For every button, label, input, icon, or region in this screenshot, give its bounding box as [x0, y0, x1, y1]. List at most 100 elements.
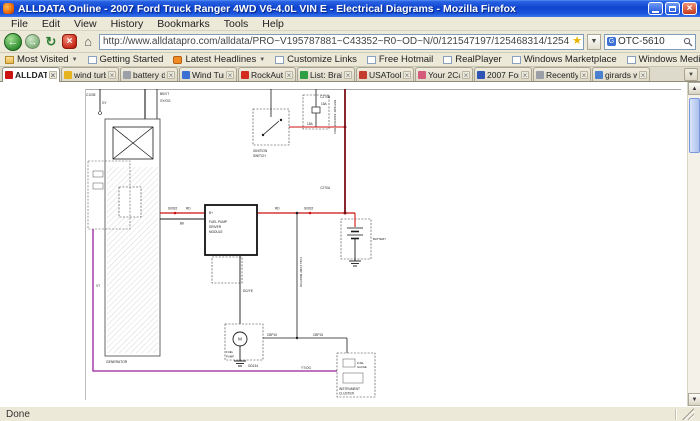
tab-label: 2007 Ford Ra...: [487, 70, 519, 80]
maximize-button[interactable]: [665, 2, 680, 15]
window-icon: [3, 3, 14, 14]
component-label-generator: GENERATOR: [106, 360, 128, 364]
bookmarks-toolbar: Most Visited▼ Getting Started Latest Hea…: [0, 53, 700, 67]
tab-2carpros[interactable]: Your 2CarPros...×: [415, 67, 473, 81]
menu-edit[interactable]: Edit: [35, 18, 67, 30]
tab-close-icon[interactable]: ×: [403, 71, 411, 79]
wire-label-rd-b: RD: [275, 207, 280, 211]
tab-wind-turbine-2[interactable]: Wind Turbine ...×: [179, 67, 237, 81]
scroll-up-button[interactable]: ▲: [688, 82, 700, 95]
vertical-scrollbar[interactable]: ▲ ▼: [687, 82, 700, 406]
page-icon: [275, 56, 284, 64]
url-dropdown-button[interactable]: ▼: [587, 34, 601, 50]
tab-rockauto[interactable]: RockAuto Part...×: [238, 67, 296, 81]
ground-label-gd134: GD134: [248, 364, 258, 368]
tab-alldata[interactable]: ALLDAT...×: [2, 67, 60, 82]
bookmark-most-visited[interactable]: Most Visited▼: [5, 54, 78, 65]
resize-grip[interactable]: [682, 408, 694, 420]
menu-bookmarks[interactable]: Bookmarks: [150, 18, 217, 30]
menu-bar: File Edit View History Bookmarks Tools H…: [0, 17, 700, 31]
wire-label-cbp10: CBP10: [267, 333, 277, 337]
wire-label-ytog: YT/OG: [301, 366, 311, 370]
minimize-button[interactable]: [648, 2, 663, 15]
component-label-ignition-2: SWITCH: [253, 154, 266, 158]
bookmark-windows-marketplace[interactable]: Windows Marketplace: [512, 54, 617, 65]
tab-label: List: Brake Pa...: [310, 70, 342, 80]
bookmark-getting-started[interactable]: Getting Started: [88, 54, 164, 65]
component-label-cluster-2: CLUSTER: [339, 392, 355, 396]
tab-close-icon[interactable]: ×: [462, 71, 470, 79]
menu-help[interactable]: Help: [255, 18, 291, 30]
bookmark-star-icon[interactable]: ★: [572, 35, 582, 48]
tab-close-icon[interactable]: ×: [226, 71, 234, 79]
tab-close-icon[interactable]: ×: [108, 71, 116, 79]
chevron-down-icon: ▼: [591, 38, 598, 45]
wire-label-bkvt: BK/VT: [160, 92, 169, 96]
tab-favicon: [241, 71, 249, 79]
page-icon: [512, 56, 521, 64]
page-icon: [627, 56, 636, 64]
search-engine-icon[interactable]: G: [607, 37, 616, 46]
module-label-3: MODULE: [209, 230, 223, 234]
wire-label-bk: BK: [180, 222, 185, 226]
stop-button[interactable]: ×: [62, 34, 77, 49]
wire-label-15a: 15A: [307, 122, 314, 126]
tab-close-icon[interactable]: ×: [285, 71, 293, 79]
home-button[interactable]: ⌂: [80, 34, 96, 50]
wire-label-c270b: C270B: [320, 95, 330, 99]
tab-usatoolware[interactable]: USAToolWare...×: [356, 67, 414, 81]
tab-close-icon[interactable]: ×: [639, 71, 647, 79]
component-label-bjb: BATTERY JUNCTION BOX: [333, 100, 337, 134]
bookmark-windows-media[interactable]: Windows Media: [627, 54, 700, 65]
search-icon[interactable]: [683, 37, 693, 47]
tab-2007-ford-ranger[interactable]: 2007 Ford Ra...×: [474, 67, 532, 81]
tab-close-icon[interactable]: ×: [167, 71, 175, 79]
arrow-down-icon: ▼: [692, 397, 698, 403]
menu-file[interactable]: File: [4, 18, 35, 30]
tab-girards-watch[interactable]: girards watch ...×: [592, 67, 650, 81]
scrollbar-thumb[interactable]: [689, 98, 700, 153]
menu-view[interactable]: View: [67, 18, 104, 30]
component-label-battery: BATTERY: [373, 237, 386, 241]
list-all-tabs-button[interactable]: ▼: [684, 68, 698, 81]
reload-button[interactable]: ↻: [43, 34, 59, 50]
menu-tools[interactable]: Tools: [217, 18, 256, 30]
tab-favicon: [300, 71, 308, 79]
bookmark-latest-headlines[interactable]: Latest Headlines▼: [173, 54, 265, 65]
tab-brake-parts[interactable]: List: Brake Pa...×: [297, 67, 355, 81]
search-input[interactable]: [618, 36, 681, 47]
tab-recently-asked[interactable]: Recently Aske...×: [533, 67, 591, 81]
tab-close-icon[interactable]: ×: [580, 71, 588, 79]
close-button[interactable]: ×: [682, 2, 697, 15]
search-box[interactable]: G: [604, 34, 696, 50]
wire-label-monitor: FUEL PUMP MONITOR: [299, 257, 303, 287]
menu-history[interactable]: History: [104, 18, 151, 30]
stop-icon: ×: [67, 36, 73, 47]
status-separator: [675, 409, 676, 420]
forward-icon: →: [28, 37, 37, 47]
wire-label-c270a: C270A: [320, 186, 331, 190]
chevron-down-icon: ▼: [259, 57, 265, 63]
bookmark-realplayer[interactable]: RealPlayer: [443, 54, 501, 65]
url-input[interactable]: [99, 34, 584, 50]
window-title: ALLDATA Online - 2007 Ford Truck Ranger …: [18, 3, 648, 15]
tab-close-icon[interactable]: ×: [521, 71, 529, 79]
bookmark-free-hotmail[interactable]: Free Hotmail: [367, 54, 433, 65]
tab-favicon: [123, 71, 131, 79]
tab-favicon: [595, 71, 603, 79]
tab-close-icon[interactable]: ×: [49, 71, 57, 79]
module-label-2: DRIVER: [209, 225, 222, 229]
scroll-down-button[interactable]: ▼: [688, 393, 700, 406]
back-button[interactable]: ←: [4, 33, 22, 51]
component-label-fuel-gauge-1: FUEL: [357, 361, 364, 365]
forward-button[interactable]: →: [25, 34, 40, 49]
page-icon: [443, 56, 452, 64]
wire-cluster-feed: [263, 337, 347, 353]
tab-close-icon[interactable]: ×: [344, 71, 352, 79]
close-icon: ×: [687, 4, 693, 14]
tab-battery-drain[interactable]: battery drain i...×: [120, 67, 178, 81]
bookmark-customize-links[interactable]: Customize Links: [275, 54, 357, 65]
tab-label: RockAuto Part...: [251, 70, 283, 80]
feed-icon: [173, 56, 182, 64]
tab-wind-turbine-1[interactable]: wind turbine t...×: [61, 67, 119, 81]
